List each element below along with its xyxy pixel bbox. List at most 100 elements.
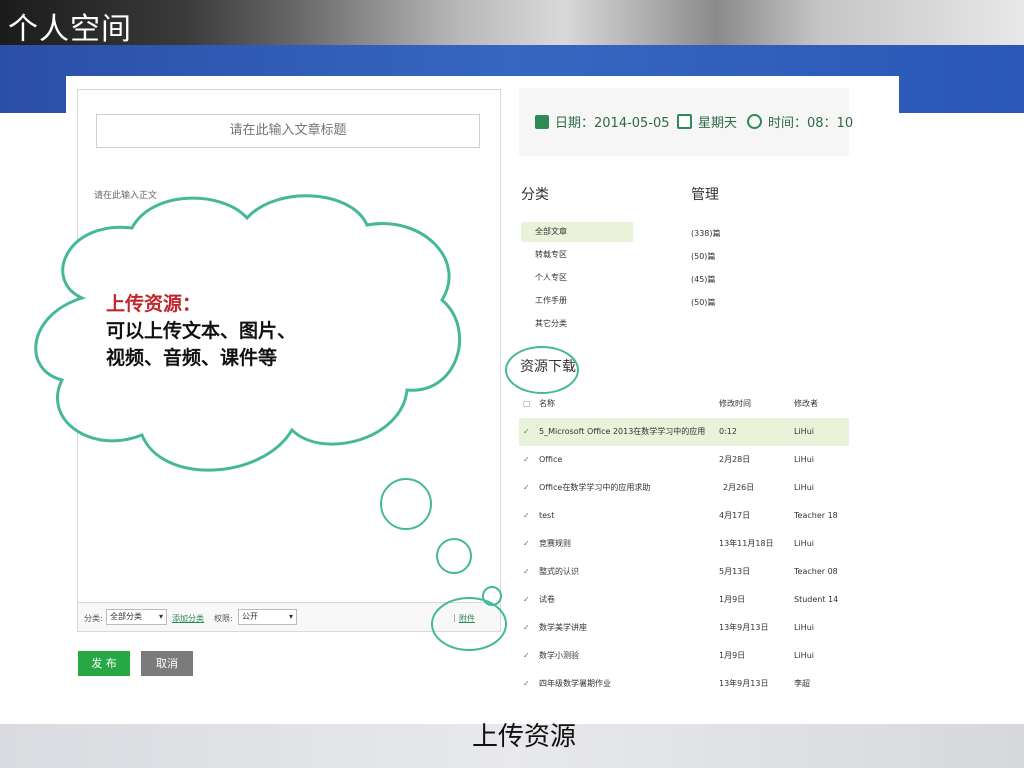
- chevron-down-icon: ▾: [158, 612, 163, 621]
- alarm-clock-icon: [747, 114, 762, 129]
- table-row[interactable]: ✓ 竞赛规则 13年11月18日 LiHui: [519, 530, 849, 558]
- check-icon: ✓: [523, 483, 530, 492]
- category-heading: 分类: [521, 187, 549, 203]
- category-item[interactable]: 其它分类: [521, 314, 633, 334]
- category-item[interactable]: 个人专区: [521, 268, 633, 288]
- manage-heading: 管理: [691, 187, 719, 203]
- check-icon: ✓: [523, 623, 530, 632]
- callout-title: 上传资源：: [106, 293, 202, 315]
- top-banner: [0, 0, 1024, 48]
- category-label: 分类:: [84, 614, 103, 623]
- add-category-link[interactable]: 添加分类: [172, 613, 204, 624]
- day-calendar-icon: [677, 114, 692, 129]
- check-icon: ✓: [523, 595, 530, 604]
- category-item-label: 工作手册: [535, 296, 567, 305]
- table-row[interactable]: ✓ 数学美学讲座 13年9月13日 LiHui: [519, 614, 849, 642]
- category-count: (50)篇: [691, 252, 716, 261]
- resource-time: 1月9日: [719, 595, 746, 604]
- table-row[interactable]: ✓ Office 2月28日 LiHui: [519, 446, 849, 474]
- category-item-label: 转载专区: [535, 250, 567, 259]
- category-select-value: 全部分类: [110, 612, 142, 621]
- chevron-down-icon: ▾: [288, 612, 293, 621]
- resource-user: LiHui: [794, 483, 814, 492]
- article-title-input[interactable]: [96, 114, 480, 148]
- resource-name[interactable]: test: [539, 502, 554, 530]
- category-item[interactable]: 转载专区: [521, 245, 633, 265]
- permission-label: 权限:: [214, 614, 233, 623]
- resource-user: LiHui: [794, 651, 814, 660]
- table-row[interactable]: ✓ 四年级数学暑期作业 13年9月13日 李超: [519, 670, 849, 698]
- check-icon: ✓: [523, 651, 530, 660]
- resource-user: LiHui: [794, 427, 814, 436]
- resource-user: LiHui: [794, 455, 814, 464]
- permission-select[interactable]: 公开 ▾: [238, 609, 297, 625]
- table-row[interactable]: ✓ test 4月17日 Teacher 18: [519, 502, 849, 530]
- category-item[interactable]: 全部文章: [521, 222, 633, 242]
- cancel-button[interactable]: 取消: [141, 651, 193, 676]
- publish-button[interactable]: 发 布: [78, 651, 130, 676]
- category-count: (338)篇: [691, 229, 721, 238]
- time-text: 时间：08：10: [768, 116, 854, 131]
- category-count: (50)篇: [691, 298, 716, 307]
- callout-text: 上传资源： 可以上传文本、图片、 视频、音频、课件等: [106, 291, 296, 372]
- permission-select-value: 公开: [242, 612, 258, 621]
- file-icon: ▢: [523, 399, 531, 408]
- resource-name[interactable]: 试卷: [539, 586, 555, 614]
- resource-user: 李超: [794, 679, 810, 688]
- resource-name[interactable]: 数学小测验: [539, 642, 579, 670]
- resource-time: 13年9月13日: [719, 679, 769, 688]
- column-header-modified[interactable]: 修改时间: [719, 390, 751, 418]
- table-row[interactable]: ✓ 整式的认识 5月13日 Teacher 08: [519, 558, 849, 586]
- table-row[interactable]: ✓ Office在数学学习中的应用求助 2月26日 LiHui: [519, 474, 849, 502]
- resource-time: 13年9月13日: [719, 623, 769, 632]
- check-icon: ✓: [523, 567, 530, 576]
- check-icon: ✓: [523, 455, 530, 464]
- resource-time: 4月17日: [719, 511, 751, 520]
- resource-time: 5月13日: [719, 567, 751, 576]
- check-icon: ✓: [523, 511, 530, 520]
- callout-bubble-large: [380, 478, 432, 530]
- resource-name[interactable]: 四年级数学暑期作业: [539, 670, 611, 698]
- category-item-label: 全部文章: [535, 227, 567, 236]
- column-header-name[interactable]: 名称: [539, 390, 555, 418]
- resource-name[interactable]: Office: [539, 446, 562, 474]
- slide-caption: 上传资源: [471, 722, 576, 752]
- resource-user: Student 14: [794, 595, 839, 604]
- category-item-label: 个人专区: [535, 273, 567, 282]
- weekday-display: 星期天: [677, 112, 737, 131]
- slide-title: 个人空间: [8, 12, 132, 47]
- check-icon: ✓: [523, 539, 530, 548]
- resource-time: 0:12: [719, 427, 737, 436]
- category-item-label: 其它分类: [535, 319, 567, 328]
- callout-line-2: 视频、音频、课件等: [106, 347, 278, 369]
- attachment-highlight-ring: [431, 597, 507, 651]
- resource-name[interactable]: Office在数学学习中的应用求助: [539, 474, 650, 502]
- calendar-icon: [535, 115, 549, 129]
- resource-time: 2月26日: [723, 483, 755, 492]
- resource-name[interactable]: 5_Microsoft Office 2013在数学学习中的应用: [539, 418, 705, 446]
- date-display: 日期：2014-05-05: [535, 112, 670, 131]
- time-display: 时间：08：10: [747, 112, 853, 131]
- resource-name[interactable]: 数学美学讲座: [539, 614, 587, 642]
- resources-highlight-ring: [505, 346, 579, 394]
- weekday-text: 星期天: [698, 116, 738, 131]
- resource-user: LiHui: [794, 623, 814, 632]
- table-row[interactable]: ✓ 试卷 1月9日 Student 14: [519, 586, 849, 614]
- resource-time: 13年11月18日: [719, 539, 774, 548]
- resource-name[interactable]: 竞赛规则: [539, 530, 571, 558]
- resource-time: 1月9日: [719, 651, 746, 660]
- resource-time: 2月28日: [719, 455, 751, 464]
- resource-user: Teacher 18: [794, 511, 838, 520]
- category-count: (45)篇: [691, 275, 716, 284]
- callout-bubble-medium: [436, 538, 472, 574]
- column-header-editor[interactable]: 修改者: [794, 390, 818, 418]
- table-row[interactable]: ✓ 5_Microsoft Office 2013在数学学习中的应用 0:12 LiH…: [519, 418, 849, 446]
- resource-user: LiHui: [794, 539, 814, 548]
- resource-name[interactable]: 整式的认识: [539, 558, 579, 586]
- category-item[interactable]: 工作手册: [521, 291, 633, 311]
- date-bar: 日期：2014-05-05 星期天 时间：08：10: [519, 88, 853, 156]
- check-icon: ✓: [523, 427, 530, 436]
- category-select[interactable]: 全部分类 ▾: [106, 609, 167, 625]
- callout-line-1: 可以上传文本、图片、: [106, 320, 297, 342]
- table-row[interactable]: ✓ 数学小测验 1月9日 LiHui: [519, 642, 849, 670]
